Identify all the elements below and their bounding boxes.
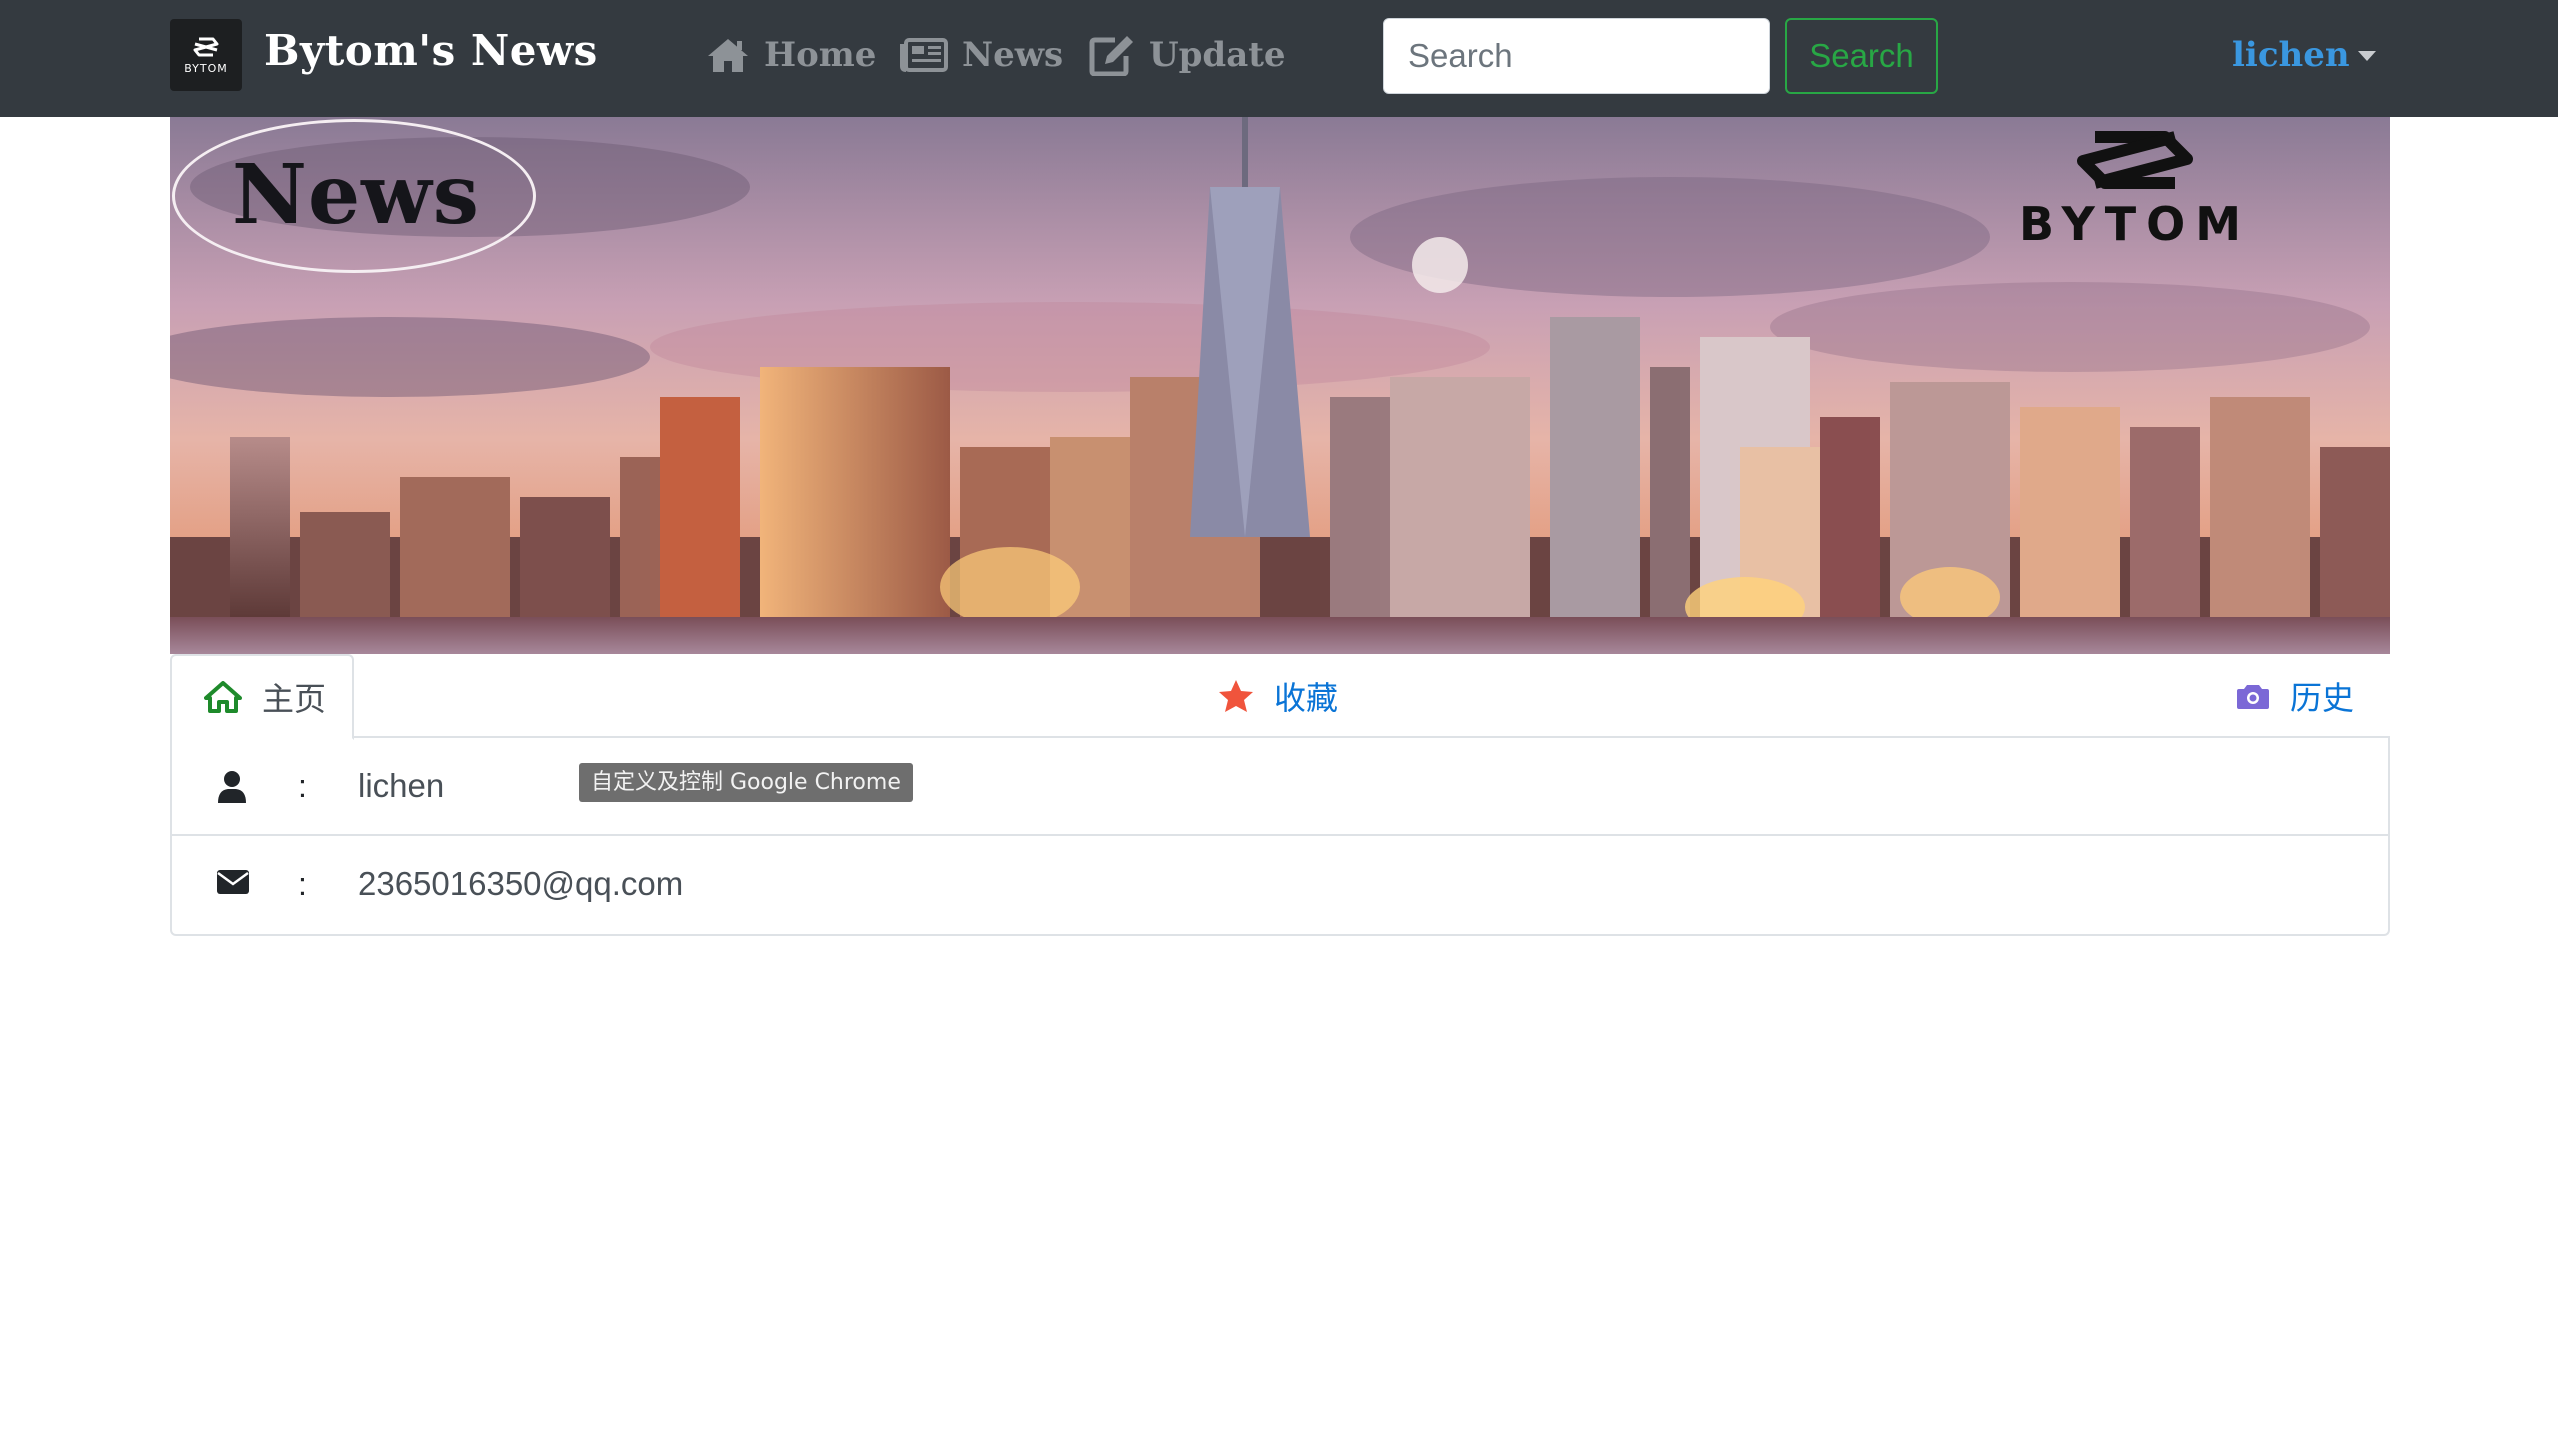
profile-info-list: : lichen : 2365016350@qq.com xyxy=(170,738,2390,936)
tab-home-label: 主页 xyxy=(262,680,327,718)
envelope-icon xyxy=(217,870,249,894)
banner-title: News xyxy=(232,147,480,243)
tab-home[interactable]: 主页 xyxy=(170,654,354,740)
edit-icon xyxy=(1089,36,1133,76)
tab-history-label: 历史 xyxy=(2289,679,2354,717)
banner-logo: BYTOM xyxy=(2000,125,2270,260)
hero-banner: News BYTOM xyxy=(170,117,2390,654)
nav-update-label: Update xyxy=(1149,35,1286,75)
brand-logo[interactable]: BYTOM xyxy=(170,19,242,91)
nav-update-link[interactable]: Update xyxy=(1089,30,1286,80)
user-dropdown[interactable]: lichen xyxy=(2232,30,2376,80)
bytom-logo-icon xyxy=(2077,131,2193,189)
browser-tooltip: 自定义及控制 Google Chrome xyxy=(579,763,913,802)
brand-logo-text: BYTOM xyxy=(184,62,228,75)
list-item-email: : 2365016350@qq.com xyxy=(172,836,2388,934)
profile-tabs: 主页 收藏 历史 xyxy=(170,654,2390,740)
username-value: lichen xyxy=(358,767,445,804)
camera-icon xyxy=(2236,685,2269,709)
search-button[interactable]: Search xyxy=(1785,18,1938,94)
user-icon xyxy=(218,771,246,803)
home-icon xyxy=(708,39,748,72)
separator-colon: : xyxy=(298,866,307,902)
bytom-logo-icon xyxy=(193,37,219,57)
chevron-down-icon xyxy=(2357,51,2376,61)
newspaper-icon xyxy=(900,38,948,72)
user-name: lichen xyxy=(2232,35,2350,75)
brand-title[interactable]: Bytom's News xyxy=(264,26,598,75)
search-input[interactable] xyxy=(1383,18,1770,94)
separator-colon: : xyxy=(298,768,307,804)
list-item-username: : lichen xyxy=(172,738,2388,836)
nav-home-link[interactable]: Home xyxy=(706,30,876,80)
banner-logo-text: BYTOM xyxy=(2018,197,2252,251)
top-navbar: BYTOM Bytom's News Home News Update Sear… xyxy=(0,0,2558,117)
nav-news-link[interactable]: News xyxy=(900,30,1063,80)
nav-news-label: News xyxy=(962,35,1064,75)
nav-home-label: Home xyxy=(764,35,877,75)
tab-history[interactable]: 历史 xyxy=(1230,654,2390,738)
email-value: 2365016350@qq.com xyxy=(358,865,684,902)
home-icon xyxy=(204,681,242,713)
